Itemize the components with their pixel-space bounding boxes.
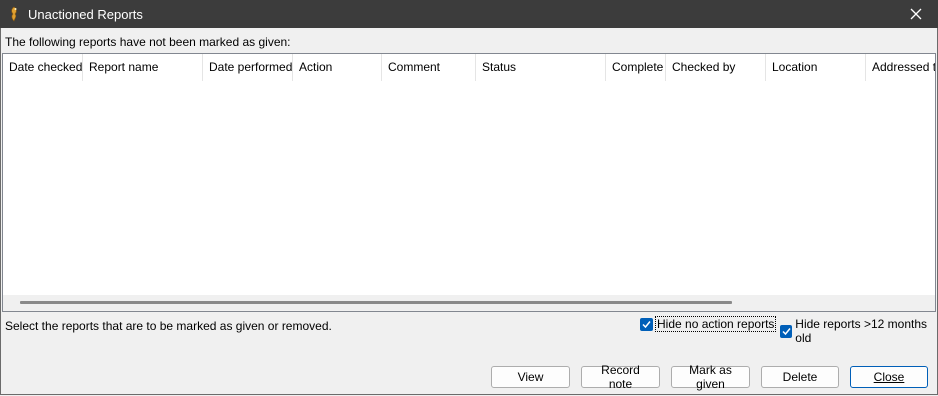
column-header-comment[interactable]: Comment	[382, 54, 476, 81]
hide-old-reports-checkbox[interactable]: Hide reports >12 months old	[780, 317, 938, 345]
window-title: Unactioned Reports	[28, 6, 143, 22]
checkbox-checked-icon[interactable]	[640, 317, 653, 331]
hide-old-reports-label: Hide reports >12 months old	[795, 317, 928, 345]
column-header-location[interactable]: Location	[766, 54, 866, 81]
column-header-date-checked[interactable]: Date checked	[3, 54, 83, 81]
reports-list[interactable]: Date checked Report name Date performed …	[2, 53, 936, 312]
hide-no-action-label: Hide no action reports	[654, 316, 777, 332]
view-button[interactable]: View	[491, 366, 570, 388]
instruction-label: Select the reports that are to be marked…	[5, 319, 332, 333]
close-icon[interactable]	[894, 0, 938, 28]
column-header-complete[interactable]: Complete	[606, 54, 666, 81]
app-icon	[8, 6, 22, 22]
horizontal-scrollbar[interactable]	[3, 295, 935, 311]
mark-as-given-button[interactable]: Mark as given	[671, 363, 750, 391]
column-header-report-name[interactable]: Report name	[83, 54, 203, 81]
delete-button[interactable]: Delete	[761, 366, 839, 388]
column-header-checked-by[interactable]: Checked by	[666, 54, 766, 81]
close-button[interactable]: Close	[850, 366, 928, 388]
column-header-row: Date checked Report name Date performed …	[3, 54, 935, 81]
record-note-button[interactable]: Record note	[581, 363, 660, 391]
column-header-action[interactable]: Action	[293, 54, 382, 81]
close-button-label: Close	[873, 370, 905, 384]
hide-no-action-checkbox[interactable]: Hide no action reports	[640, 316, 777, 332]
title-bar: Unactioned Reports	[0, 0, 938, 28]
intro-label: The following reports have not been mark…	[5, 35, 291, 49]
column-header-status[interactable]: Status	[476, 54, 606, 81]
column-header-date-performed[interactable]: Date performed	[203, 54, 293, 81]
checkbox-checked-icon[interactable]	[780, 324, 793, 338]
scrollbar-thumb[interactable]	[20, 301, 732, 304]
column-header-addressed-to[interactable]: Addressed to	[866, 54, 935, 81]
